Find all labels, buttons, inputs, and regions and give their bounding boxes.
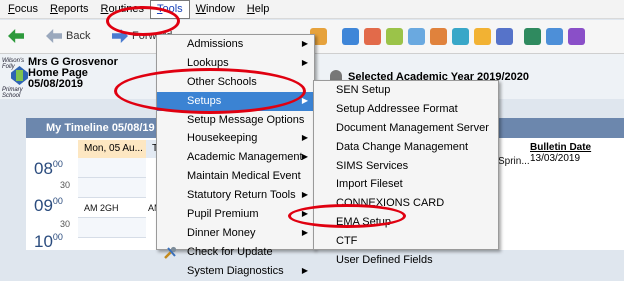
submenu-item-data-change-management[interactable]: Data Change Management (314, 138, 498, 157)
setups-submenu: SEN Setup Setup Addressee Format Documen… (313, 80, 499, 266)
menu-bar: Focus Reports Routines Tools Window Help (0, 0, 624, 19)
bulletin-panel: Bulletin Date 13/03/2019 (530, 142, 591, 164)
staff-icon[interactable] (430, 28, 447, 45)
submenu-arrow-icon: ▶ (301, 152, 308, 162)
toolbar-icon-strip (310, 28, 585, 45)
day-header-monday[interactable]: Mon, 05 Au... (78, 140, 146, 158)
submenu-arrow-icon: ▶ (301, 39, 308, 48)
current-date: 05/08/2019 (28, 78, 84, 90)
bulletin-title[interactable]: Sprin... (498, 156, 530, 167)
user-info: Mrs G Grosvenor Home Page 05/08/2019 (28, 57, 118, 90)
slot-mon-0830[interactable] (78, 178, 146, 198)
submenu-arrow-icon: ▶ (301, 57, 308, 67)
back-label: Back (66, 30, 91, 42)
menu-help[interactable]: Help (241, 0, 276, 19)
slot-mon-0800[interactable] (78, 158, 146, 178)
submenu-arrow-icon: ▶ (301, 227, 308, 237)
submenu-item-ema-setup[interactable]: EMA Setup (314, 213, 498, 232)
submenu-item-sims-services[interactable]: SIMS Services (314, 157, 498, 176)
chart-icon[interactable] (524, 28, 541, 45)
menu-item-check-for-update[interactable]: Check for Update (157, 243, 314, 262)
half-hour-0930: 30 (60, 219, 71, 229)
tools-menu: Admissions ▶ Lookups ▶ Other Schools Setup… (156, 34, 315, 277)
menu-item-statutory-return-tools[interactable]: Statutory Return Tools ▶ (157, 186, 314, 205)
menu-item-lookups[interactable]: Lookups ▶ (157, 54, 314, 73)
menu-item-dinner-money[interactable]: Dinner Money ▶ (157, 224, 314, 243)
hour-08: 0800 (34, 159, 63, 178)
submenu-item-document-management-server[interactable]: Document Management Server (314, 119, 498, 138)
menu-item-maintain-medical-event[interactable]: Maintain Medical Event (157, 167, 314, 186)
back-arrow-icon (8, 29, 24, 43)
menu-item-setup-message-options[interactable]: Setup Message Options (157, 111, 314, 130)
menu-item-pupil-premium[interactable]: Pupil Premium ▶ (157, 205, 314, 224)
home-button[interactable] (8, 29, 24, 43)
bulletin-date: 13/03/2019 (530, 153, 581, 164)
back-arrow-icon (46, 29, 62, 43)
contacts-icon[interactable] (364, 28, 381, 45)
submenu-arrow-icon: ▶ (301, 133, 308, 143)
submenu-arrow-icon: ▶ (301, 209, 308, 219)
hour-09: 0900 (34, 196, 63, 215)
event-am-2gh[interactable]: AM 2GH (84, 203, 119, 213)
person-icon[interactable] (496, 28, 513, 45)
edit-icon[interactable] (408, 28, 425, 45)
menu-tools[interactable]: Tools (149, 0, 190, 19)
slot-mon-0930[interactable] (78, 218, 146, 238)
bulletin-date-header[interactable]: Bulletin Date (530, 142, 591, 153)
calendar-icon[interactable] (546, 28, 563, 45)
submenu-arrow-icon: ▶ (301, 95, 308, 105)
back-button[interactable]: Back (46, 29, 90, 43)
menu-focus[interactable]: Focus (2, 0, 44, 19)
half-hour-0830: 30 (60, 180, 71, 190)
documents-icon[interactable] (386, 28, 403, 45)
menu-item-academic-management[interactable]: Academic Management ▶ (157, 148, 314, 167)
pupil-icon[interactable] (342, 28, 359, 45)
submenu-item-connexions-card[interactable]: CONNEXIONS CARD (314, 194, 498, 213)
school-icon[interactable] (452, 28, 469, 45)
menu-reports[interactable]: Reports (44, 0, 95, 19)
submenu-item-import-fileset[interactable]: Import Fileset (314, 175, 498, 194)
submenu-item-setup-addressee-format[interactable]: Setup Addressee Format (314, 100, 498, 119)
submenu-arrow-icon: ▶ (301, 265, 308, 275)
messages-icon[interactable] (568, 28, 585, 45)
submenu-item-sen-setup[interactable]: SEN Setup (314, 81, 498, 100)
submenu-item-ctf[interactable]: CTF (314, 232, 498, 251)
submenu-item-user-defined-fields[interactable]: User Defined Fields (314, 251, 498, 270)
forward-arrow-icon (112, 29, 128, 43)
menu-item-setups[interactable]: Setups ▶ (157, 91, 314, 111)
menu-item-other-schools[interactable]: Other Schools (157, 73, 314, 92)
menu-window[interactable]: Window (190, 0, 241, 19)
reports-icon[interactable] (474, 28, 491, 45)
menu-item-housekeeping[interactable]: Housekeeping ▶ (157, 129, 314, 148)
submenu-arrow-icon: ▶ (301, 190, 308, 200)
menu-item-admissions[interactable]: Admissions ▶ (157, 35, 314, 54)
menu-routines[interactable]: Routines (95, 0, 150, 19)
hour-10: 1000 (34, 232, 63, 251)
menu-item-system-diagnostics[interactable]: System Diagnostics ▶ (157, 262, 314, 281)
check-for-update-icon (164, 246, 177, 259)
